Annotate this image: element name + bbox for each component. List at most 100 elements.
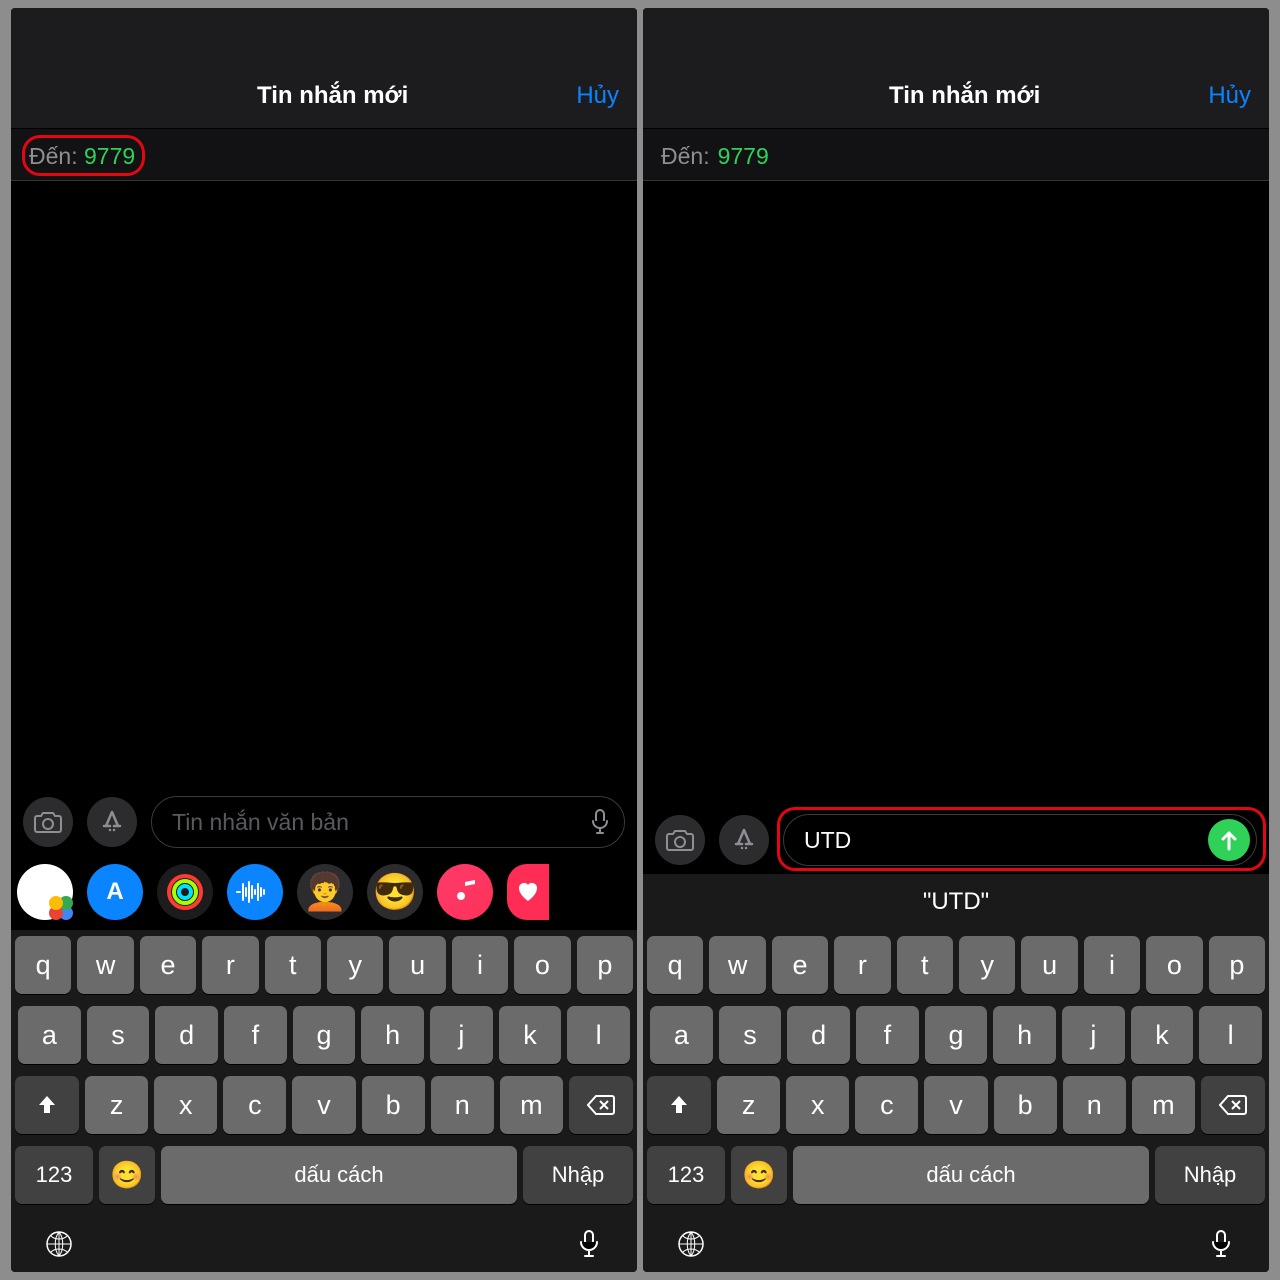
key-v[interactable]: v xyxy=(924,1076,987,1134)
appstore-button[interactable] xyxy=(719,815,769,865)
key-y[interactable]: y xyxy=(959,936,1015,994)
key-o[interactable]: o xyxy=(1146,936,1202,994)
key-backspace[interactable] xyxy=(569,1076,633,1134)
key-u[interactable]: u xyxy=(389,936,445,994)
key-k[interactable]: k xyxy=(1131,1006,1194,1064)
key-h[interactable]: h xyxy=(993,1006,1056,1064)
key-m[interactable]: m xyxy=(1132,1076,1195,1134)
key-c[interactable]: c xyxy=(855,1076,918,1134)
key-j[interactable]: j xyxy=(1062,1006,1125,1064)
key-row-3: z x c v b n m xyxy=(647,1076,1265,1134)
suggestion-bar[interactable]: "UTD" xyxy=(643,874,1269,930)
recipient-field[interactable]: Đến: 9779 xyxy=(643,128,1269,181)
key-return[interactable]: Nhập xyxy=(523,1146,633,1204)
cancel-button[interactable]: Hủy xyxy=(1208,82,1251,110)
dictate-button[interactable] xyxy=(1203,1226,1239,1262)
key-numbers[interactable]: 123 xyxy=(15,1146,93,1204)
key-d[interactable]: d xyxy=(787,1006,850,1064)
key-w[interactable]: w xyxy=(77,936,133,994)
key-shift[interactable] xyxy=(647,1076,711,1134)
app-hearts[interactable] xyxy=(507,864,549,920)
key-r[interactable]: r xyxy=(202,936,258,994)
globe-button[interactable] xyxy=(41,1226,77,1262)
app-memoji-2[interactable]: 😎 xyxy=(367,864,423,920)
key-space[interactable]: dấu cách xyxy=(161,1146,517,1204)
key-shift[interactable] xyxy=(15,1076,79,1134)
key-row-3: z x c v b n m xyxy=(15,1076,633,1134)
key-i[interactable]: i xyxy=(1084,936,1140,994)
key-return[interactable]: Nhập xyxy=(1155,1146,1265,1204)
key-d[interactable]: d xyxy=(155,1006,218,1064)
message-input[interactable]: UTD xyxy=(783,814,1257,866)
key-q[interactable]: q xyxy=(15,936,71,994)
key-f[interactable]: f xyxy=(224,1006,287,1064)
dictate-button[interactable] xyxy=(571,1226,607,1262)
app-memoji-1[interactable]: 🧑‍🦱 xyxy=(297,864,353,920)
key-k[interactable]: k xyxy=(499,1006,562,1064)
app-strip: A 🧑‍🦱 😎 xyxy=(11,856,637,930)
key-m[interactable]: m xyxy=(500,1076,563,1134)
key-t[interactable]: t xyxy=(897,936,953,994)
appstore-button[interactable] xyxy=(87,797,137,847)
key-o[interactable]: o xyxy=(514,936,570,994)
globe-icon xyxy=(676,1229,706,1259)
key-x[interactable]: x xyxy=(154,1076,217,1134)
key-z[interactable]: z xyxy=(85,1076,148,1134)
key-e[interactable]: e xyxy=(772,936,828,994)
key-t[interactable]: t xyxy=(265,936,321,994)
key-l[interactable]: l xyxy=(1199,1006,1262,1064)
page-title: Tin nhắn mới xyxy=(721,82,1208,110)
key-p[interactable]: p xyxy=(577,936,633,994)
key-z[interactable]: z xyxy=(717,1076,780,1134)
key-q[interactable]: q xyxy=(647,936,703,994)
key-p[interactable]: p xyxy=(1209,936,1265,994)
key-c[interactable]: c xyxy=(223,1076,286,1134)
key-a[interactable]: a xyxy=(650,1006,713,1064)
key-space[interactable]: dấu cách xyxy=(793,1146,1149,1204)
key-x[interactable]: x xyxy=(786,1076,849,1134)
cancel-button[interactable]: Hủy xyxy=(576,82,619,110)
globe-button[interactable] xyxy=(673,1226,709,1262)
app-photos[interactable] xyxy=(17,864,73,920)
key-r[interactable]: r xyxy=(834,936,890,994)
key-v[interactable]: v xyxy=(292,1076,355,1134)
app-store[interactable]: A xyxy=(87,864,143,920)
mic-keyboard-icon xyxy=(1210,1229,1232,1259)
key-emoji[interactable]: 😊 xyxy=(731,1146,787,1204)
app-activity[interactable] xyxy=(157,864,213,920)
recipient-value: 9779 xyxy=(718,143,769,170)
key-i[interactable]: i xyxy=(452,936,508,994)
key-h[interactable]: h xyxy=(361,1006,424,1064)
key-u[interactable]: u xyxy=(1021,936,1077,994)
app-music[interactable] xyxy=(437,864,493,920)
key-f[interactable]: f xyxy=(856,1006,919,1064)
send-button[interactable] xyxy=(1208,819,1250,861)
key-n[interactable]: n xyxy=(431,1076,494,1134)
key-e[interactable]: e xyxy=(140,936,196,994)
camera-button[interactable] xyxy=(23,797,73,847)
key-y[interactable]: y xyxy=(327,936,383,994)
key-w[interactable]: w xyxy=(709,936,765,994)
app-audio[interactable] xyxy=(227,864,283,920)
header: Tin nhắn mới Hủy xyxy=(11,8,637,128)
key-g[interactable]: g xyxy=(925,1006,988,1064)
message-input[interactable]: Tin nhắn văn bản xyxy=(151,796,625,848)
key-backspace[interactable] xyxy=(1201,1076,1265,1134)
keyboard-bottom-row xyxy=(647,1216,1265,1262)
recipient-field[interactable]: Đến: 9779 xyxy=(11,128,637,181)
key-n[interactable]: n xyxy=(1063,1076,1126,1134)
key-a[interactable]: a xyxy=(18,1006,81,1064)
key-emoji[interactable]: 😊 xyxy=(99,1146,155,1204)
key-l[interactable]: l xyxy=(567,1006,630,1064)
mic-icon[interactable] xyxy=(582,804,618,840)
key-b[interactable]: b xyxy=(994,1076,1057,1134)
key-s[interactable]: s xyxy=(87,1006,150,1064)
key-s[interactable]: s xyxy=(719,1006,782,1064)
camera-button[interactable] xyxy=(655,815,705,865)
key-g[interactable]: g xyxy=(293,1006,356,1064)
key-b[interactable]: b xyxy=(362,1076,425,1134)
key-j[interactable]: j xyxy=(430,1006,493,1064)
phone-left: Tin nhắn mới Hủy Đến: 9779 Tin nhắn văn … xyxy=(11,8,637,1272)
keyboard: q w e r t y u i o p a s d f g h j k l z … xyxy=(11,930,637,1272)
key-numbers[interactable]: 123 xyxy=(647,1146,725,1204)
